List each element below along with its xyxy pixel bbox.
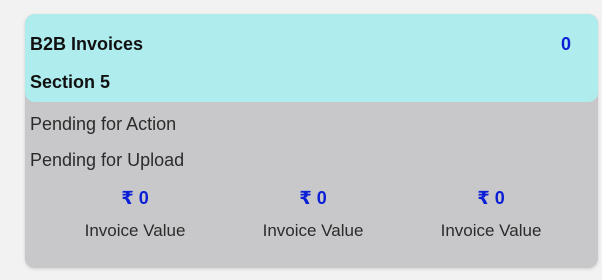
invoice-value-label: Invoice Value [440, 221, 542, 240]
invoice-value-metrics: ₹ 0 Invoice Value ₹ 0 Invoice Value ₹ 0 … [25, 185, 598, 265]
invoice-value-metric[interactable]: ₹ 0 Invoice Value [401, 185, 581, 241]
invoice-value-amount: ₹ 0 [477, 188, 505, 208]
card-title: B2B Invoices [30, 34, 144, 54]
invoice-value-amount: ₹ 0 [121, 188, 149, 208]
card-header[interactable]: B2B Invoices 0 Section 5 [25, 14, 598, 102]
pending-for-action-row[interactable]: Pending for Action [30, 114, 176, 135]
invoice-value-label: Invoice Value [84, 221, 186, 240]
invoice-value-label: Invoice Value [262, 221, 364, 240]
b2b-invoices-card[interactable]: B2B Invoices 0 Section 5 Pending for Act… [25, 14, 598, 268]
section-label: Section 5 [30, 72, 111, 92]
invoice-value-amount: ₹ 0 [299, 188, 327, 208]
invoice-value-metric[interactable]: ₹ 0 Invoice Value [223, 185, 403, 241]
invoice-value-metric[interactable]: ₹ 0 Invoice Value [45, 185, 225, 241]
pending-for-upload-row[interactable]: Pending for Upload [30, 150, 184, 171]
invoice-count[interactable]: 0 [553, 34, 579, 55]
